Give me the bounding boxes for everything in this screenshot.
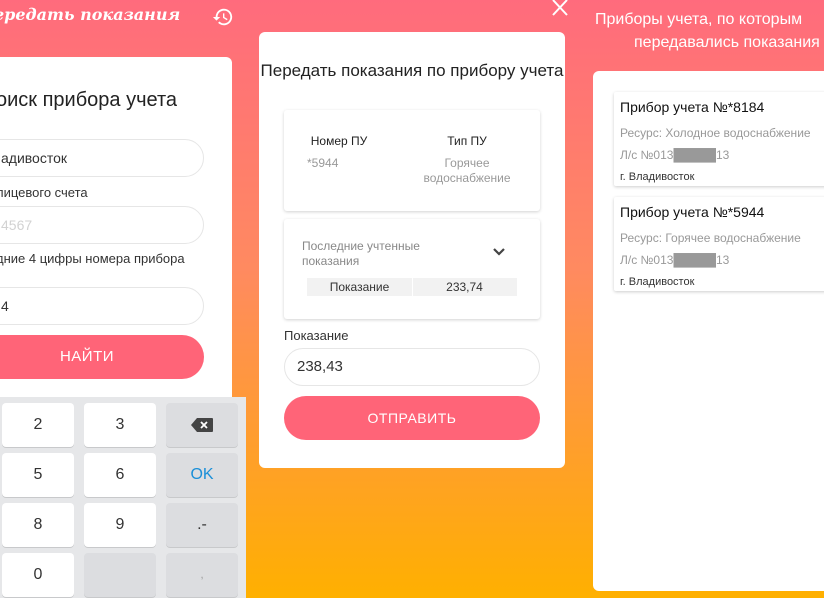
device-item[interactable]: Прибор учета №*5944 Ресурс: Горячее водо… xyxy=(614,197,824,291)
history-icon[interactable] xyxy=(212,6,234,28)
last-readings-card[interactable]: Последние учтенные показания Показание 2… xyxy=(284,219,540,319)
reading-input[interactable]: 238,43 xyxy=(284,348,540,386)
backspace-icon xyxy=(191,418,213,432)
last-reading-row: Показание 233,74 xyxy=(307,278,517,296)
device-resource: Ресурс: Холодное водоснабжение xyxy=(620,126,811,140)
backspace-key[interactable] xyxy=(166,403,238,447)
device-info-card: Номер ПУ *5944 Тип ПУ Горячее водоснабже… xyxy=(284,110,540,211)
device-city: г. Владивосток xyxy=(620,276,695,288)
device-number-value: *5944 xyxy=(307,156,339,170)
key-8[interactable]: 8 xyxy=(2,503,74,547)
device-title: Прибор учета №*5944 xyxy=(620,204,765,220)
key-5[interactable]: 5 xyxy=(2,453,74,497)
device-item[interactable]: Прибор учета №*8184 Ресурс: Холодное вод… xyxy=(614,92,824,186)
device-account: Л/с №013█████13 xyxy=(620,148,730,162)
device-title: Прибор учета №*8184 xyxy=(620,99,765,115)
last-readings-title: Последние учтенные показания xyxy=(302,239,420,268)
submit-screen: Передать показания по прибору учета Номе… xyxy=(246,0,586,598)
account-label: лицевого счета xyxy=(0,185,88,200)
last-reading-value: 233,74 xyxy=(446,280,483,294)
key-0[interactable]: 0 xyxy=(2,553,74,597)
key-3[interactable]: 3 xyxy=(84,403,156,447)
ok-key[interactable]: OK xyxy=(166,453,238,497)
history-header: Приборы учета, по которым передавались п… xyxy=(595,8,824,54)
send-button[interactable]: ОТПРАВИТЬ xyxy=(284,396,540,440)
screen-title: ередать показания xyxy=(0,5,181,24)
key-2[interactable]: 2 xyxy=(2,403,74,447)
device-number-label: Номер ПУ xyxy=(310,134,368,148)
key-6[interactable]: 6 xyxy=(84,453,156,497)
device-number-column: Номер ПУ *5944 xyxy=(284,134,394,171)
devices-list-card: Прибор учета №*8184 Ресурс: Холодное вод… xyxy=(593,71,824,591)
search-heading: оиск прибора учета xyxy=(0,89,178,111)
history-screen: Приборы учета, по которым передавались п… xyxy=(586,0,824,598)
dot-minus-key[interactable]: .- xyxy=(166,503,238,547)
device-type-value: Горячее водоснабжение xyxy=(423,156,511,185)
search-screen: ередать показания оиск прибора учета ади… xyxy=(0,0,246,598)
close-icon[interactable] xyxy=(550,0,570,16)
blank-key[interactable] xyxy=(84,553,156,597)
device-resource: Ресурс: Горячее водоснабжение xyxy=(620,231,801,245)
find-button[interactable]: НАЙТИ xyxy=(0,335,204,379)
digits-field[interactable]: 4 xyxy=(0,287,204,325)
numeric-keyboard: 2 3 5 6 OK 8 9 .- 0 , xyxy=(0,397,246,598)
city-field[interactable]: адивосток xyxy=(0,139,204,177)
device-type-label: Тип ПУ xyxy=(447,134,487,148)
device-city: г. Владивосток xyxy=(620,171,695,183)
key-9[interactable]: 9 xyxy=(84,503,156,547)
history-header-line1: Приборы учета, по которым xyxy=(595,11,803,28)
submit-heading: Передать показания по прибору учета xyxy=(260,61,564,80)
reading-label: Показание xyxy=(284,328,349,343)
chevron-down-icon[interactable] xyxy=(492,247,506,257)
digits-label: дние 4 цифры номера прибора xyxy=(0,251,185,266)
last-reading-label: Показание xyxy=(329,280,390,294)
history-header-line2: передавались показания xyxy=(634,34,820,51)
device-type-column: Тип ПУ Горячее водоснабжение xyxy=(412,134,522,186)
submit-card: Передать показания по прибору учета Номе… xyxy=(259,32,565,468)
account-field[interactable]: 4567 xyxy=(0,206,204,244)
device-account: Л/с №013█████13 xyxy=(620,253,730,267)
comma-key[interactable]: , xyxy=(166,553,238,597)
